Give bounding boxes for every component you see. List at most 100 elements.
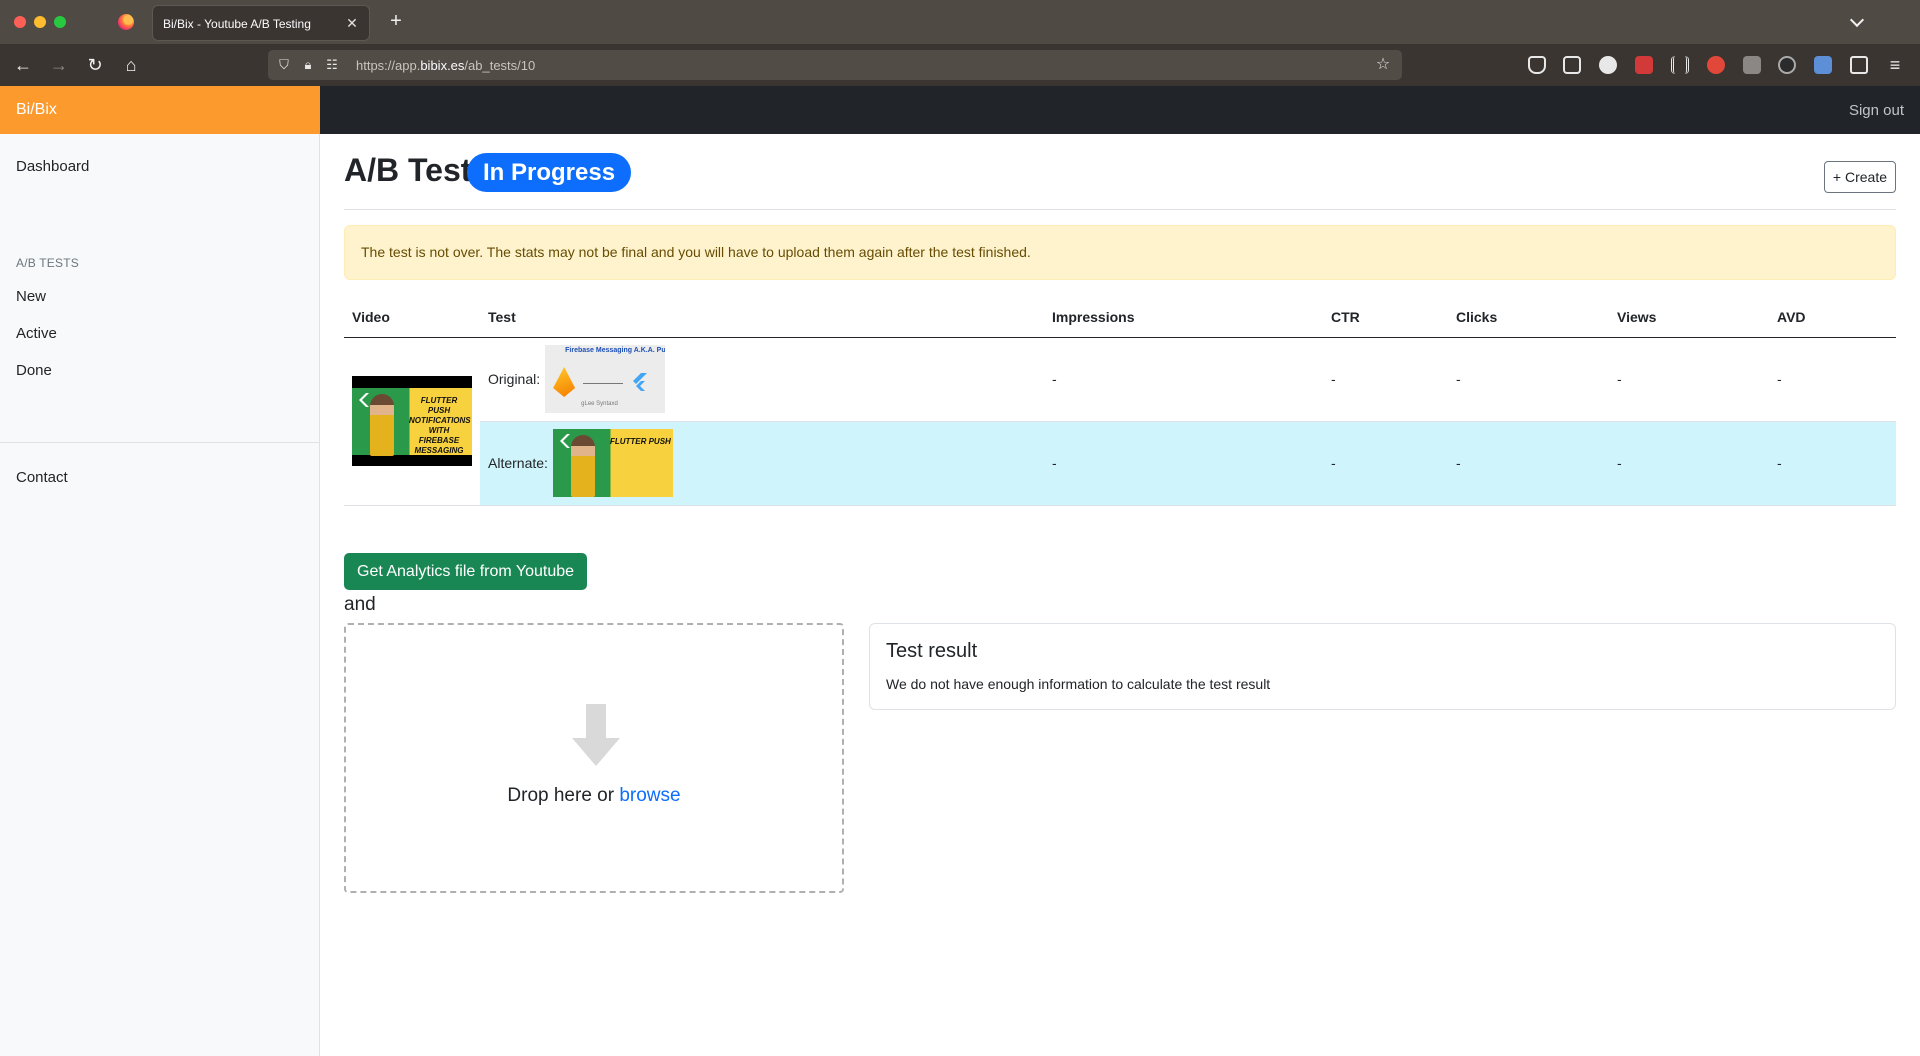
header-views: Views <box>1609 297 1769 338</box>
window-close-button[interactable] <box>14 16 26 28</box>
sidebar: Dashboard A/B TESTS New Active Done Cont… <box>0 134 320 1056</box>
dark-extension-icon[interactable] <box>1778 56 1796 74</box>
variant-cell: Original: Firebase Messaging A.K.A. Push… <box>480 337 1044 422</box>
alternate-thumbnail[interactable]: FLUTTER PUSH NOTIFICATIONS WITH FIREBASE… <box>552 429 673 497</box>
ab-test-table: Video Test Impressions CTR Clicks Views … <box>344 297 1896 506</box>
sidebar-divider <box>0 442 319 443</box>
video-cell: FLUTTER PUSH NOTIFICATIONS WITH FIREBASE… <box>344 337 480 506</box>
extensions-puzzle-icon[interactable] <box>1850 56 1868 74</box>
url-prefix: https://app. <box>356 58 421 73</box>
sidebar-item-new[interactable]: New <box>16 288 46 305</box>
table-row: FLUTTER PUSH NOTIFICATIONS WITH FIREBASE… <box>344 337 1896 506</box>
sidebar-toggle-icon[interactable] <box>1563 56 1581 74</box>
window-maximize-button[interactable] <box>54 16 66 28</box>
status-badge: In Progress <box>467 153 632 192</box>
menu-hamburger-icon[interactable]: ≡ <box>1884 54 1906 76</box>
browser-tab-bar: Bi/Bix - Youtube A/B Testing ✕ + <box>0 0 1920 44</box>
table-header-row: Video Test Impressions CTR Clicks Views … <box>344 297 1896 338</box>
table-row: Alternate: FLUTTER PUSH NOTIFICATIONS WI… <box>344 421 1896 506</box>
close-tab-icon[interactable]: ✕ <box>343 14 361 32</box>
thumbnail-caption: FLUTTER PUSH NOTIFICATIONS WITH FIREBASE… <box>409 396 471 455</box>
back-button[interactable]: ← <box>12 54 34 76</box>
test-result-title: Test result <box>886 640 978 662</box>
sidebar-section-heading: A/B TESTS <box>16 256 79 270</box>
header-clicks: Clicks <box>1448 297 1609 338</box>
address-bar[interactable]: ⛉ 🔒︎ ☷ https://app.bibix.es/ab_tests/10 … <box>268 50 1402 80</box>
arrow-line <box>583 383 624 384</box>
ctr-cell: - <box>1323 337 1448 422</box>
home-button[interactable]: ⌂ <box>120 54 142 76</box>
avd-cell: - <box>1769 337 1896 422</box>
forward-button[interactable]: → <box>48 54 70 76</box>
brand-logo[interactable]: Bi/Bix <box>0 86 320 134</box>
list-tabs-chevron-icon[interactable] <box>1848 12 1868 32</box>
new-tab-button[interactable]: + <box>385 10 407 32</box>
clicks-cell: - <box>1448 337 1609 422</box>
header-impressions: Impressions <box>1044 297 1323 338</box>
flutter-icon <box>633 373 648 391</box>
reload-button[interactable]: ↻ <box>84 54 106 76</box>
file-dropzone[interactable]: Drop here or browse <box>344 623 844 893</box>
sidebar-item-active[interactable]: Active <box>16 325 57 342</box>
and-text: and <box>344 594 376 615</box>
views-cell: - <box>1609 421 1769 506</box>
sidebar-item-dashboard[interactable]: Dashboard <box>16 158 89 175</box>
permissions-icon[interactable]: ☷ <box>324 57 340 73</box>
browser-tab[interactable]: Bi/Bix - Youtube A/B Testing ✕ <box>152 5 370 41</box>
header-video: Video <box>344 297 480 338</box>
grey-extension-icon[interactable] <box>1743 56 1761 74</box>
impressions-cell: - <box>1044 337 1323 422</box>
bookmark-star-icon[interactable]: ☆ <box>1374 56 1392 74</box>
grammarly-extension-icon[interactable] <box>1599 56 1617 74</box>
tracking-shield-icon[interactable]: ⛉ <box>276 57 292 73</box>
original-thumbnail-author: gLee Syntaxd <box>581 401 618 407</box>
browser-tab-title: Bi/Bix - Youtube A/B Testing <box>163 17 311 31</box>
thumbnail-caption: FLUTTER PUSH NOTIFICATIONS WITH FIREBASE… <box>609 437 673 446</box>
lock-icon[interactable]: 🔒︎ <box>300 57 316 73</box>
browse-link[interactable]: browse <box>619 785 680 806</box>
app-root: Bi/Bix Sign out Dashboard A/B TESTS New … <box>0 86 1920 1056</box>
screenshot-extension-icon[interactable] <box>1814 56 1832 74</box>
clicks-cell: - <box>1448 421 1609 506</box>
variant-cell: Alternate: FLUTTER PUSH NOTIFICATIONS WI… <box>480 421 1044 506</box>
video-thumbnail[interactable]: FLUTTER PUSH NOTIFICATIONS WITH FIREBASE… <box>352 376 472 466</box>
impressions-cell: - <box>1044 421 1323 506</box>
dropzone-text: Drop here or browse <box>346 785 842 807</box>
avd-cell: - <box>1769 421 1896 506</box>
url-domain: bibix.es <box>420 58 465 73</box>
original-thumbnail-title: Firebase Messaging A.K.A. Push Notificat… <box>565 347 666 354</box>
test-result-card: Test result We do not have enough inform… <box>869 623 1896 710</box>
library-icon[interactable] <box>1671 56 1689 74</box>
test-result-text: We do not have enough information to cal… <box>886 676 1271 692</box>
presenter-figure <box>370 394 394 456</box>
ctr-cell: - <box>1323 421 1448 506</box>
url-text[interactable]: https://app.bibix.es/ab_tests/10 <box>356 58 535 73</box>
recorder-extension-icon[interactable] <box>1707 56 1725 74</box>
variant-label: Alternate: <box>488 455 548 471</box>
firebase-icon <box>553 367 576 397</box>
views-cell: - <box>1609 337 1769 422</box>
original-thumbnail[interactable]: Firebase Messaging A.K.A. Push Notificat… <box>545 345 666 413</box>
red-extension-icon[interactable] <box>1635 56 1653 74</box>
window-minimize-button[interactable] <box>34 16 46 28</box>
presenter-figure <box>570 435 595 497</box>
sidebar-item-done[interactable]: Done <box>16 362 52 379</box>
create-button[interactable]: + Create <box>1823 161 1896 193</box>
top-navbar: Sign out <box>320 86 1920 134</box>
page-title: A/B Test <box>344 152 472 188</box>
header-ctr: CTR <box>1323 297 1448 338</box>
firefox-icon <box>118 14 134 30</box>
variant-label: Original: <box>488 371 541 387</box>
download-arrow-icon <box>572 704 620 766</box>
sidebar-item-contact[interactable]: Contact <box>16 469 68 486</box>
pocket-icon[interactable] <box>1528 56 1546 74</box>
browser-nav-bar: ← → ↻ ⌂ ⛉ 🔒︎ ☷ https://app.bibix.es/ab_t… <box>0 44 1920 86</box>
header-avd: AVD <box>1769 297 1896 338</box>
title-divider <box>344 209 1896 210</box>
get-analytics-button[interactable]: Get Analytics file from Youtube <box>344 553 588 590</box>
dropzone-prefix: Drop here or <box>507 785 620 806</box>
sign-out-link[interactable]: Sign out <box>1849 102 1904 119</box>
warning-alert: The test is not over. The stats may not … <box>344 225 1896 280</box>
header-test: Test <box>480 297 1044 338</box>
url-path: /ab_tests/10 <box>464 58 536 73</box>
